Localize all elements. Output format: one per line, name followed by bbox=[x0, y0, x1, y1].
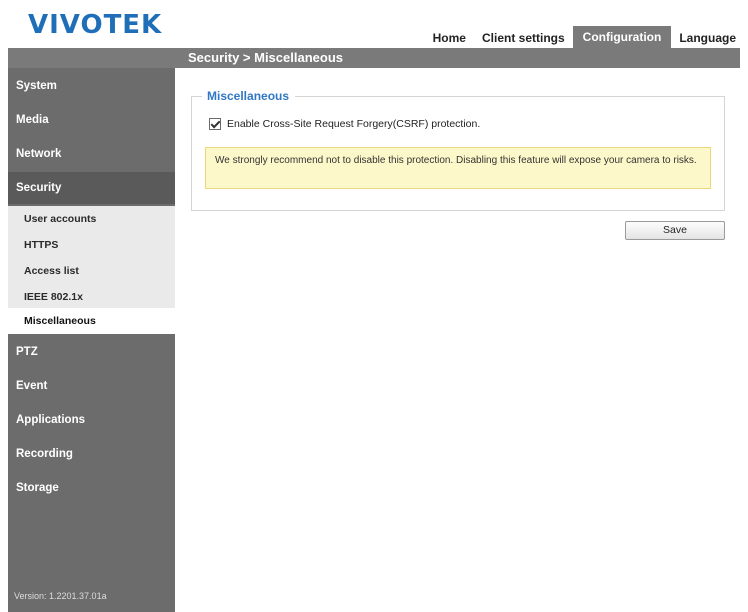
save-button[interactable]: Save bbox=[625, 221, 725, 240]
top-navigation: Home Client settings Configuration Langu… bbox=[425, 26, 744, 48]
section-title: Miscellaneous bbox=[202, 89, 296, 103]
nav-tab-home[interactable]: Home bbox=[425, 28, 474, 48]
camera-config-page: VIVOTEK Home Client settings Configurati… bbox=[0, 0, 748, 612]
nav-tab-client-settings[interactable]: Client settings bbox=[474, 28, 573, 48]
sidebar-item-network[interactable]: Network bbox=[8, 138, 175, 170]
sidebar-item-applications[interactable]: Applications bbox=[8, 404, 175, 436]
security-submenu: User accounts HTTPS Access list IEEE 802… bbox=[8, 206, 175, 334]
breadcrumb: Security > Miscellaneous bbox=[188, 50, 343, 65]
submenu-item-https[interactable]: HTTPS bbox=[8, 232, 175, 258]
vivotek-logo: VIVOTEK bbox=[28, 10, 163, 40]
warning-message: We strongly recommend not to disable thi… bbox=[205, 147, 711, 189]
submenu-item-access-list[interactable]: Access list bbox=[8, 258, 175, 284]
submenu-item-ieee-8021x[interactable]: IEEE 802.1x bbox=[8, 284, 175, 310]
sidebar-item-event[interactable]: Event bbox=[8, 370, 175, 402]
sidebar-item-ptz[interactable]: PTZ bbox=[8, 336, 175, 368]
csrf-protection-label[interactable]: Enable Cross-Site Request Forgery(CSRF) … bbox=[227, 118, 480, 130]
nav-tab-language[interactable]: Language bbox=[671, 28, 744, 48]
nav-tab-configuration[interactable]: Configuration bbox=[572, 26, 672, 48]
sidebar-item-recording[interactable]: Recording bbox=[8, 438, 175, 470]
title-bar: Security > Miscellaneous bbox=[8, 48, 740, 68]
sidebar: System Media Network Security User accou… bbox=[8, 68, 175, 612]
sidebar-item-media[interactable]: Media bbox=[8, 104, 175, 136]
csrf-protection-checkbox[interactable] bbox=[209, 118, 221, 130]
sidebar-item-storage[interactable]: Storage bbox=[8, 472, 175, 504]
miscellaneous-section: Miscellaneous Enable Cross-Site Request … bbox=[191, 89, 725, 211]
checkmark-icon bbox=[210, 118, 221, 129]
submenu-item-miscellaneous[interactable]: Miscellaneous bbox=[8, 308, 175, 334]
csrf-option-row: Enable Cross-Site Request Forgery(CSRF) … bbox=[209, 118, 480, 130]
submenu-item-user-accounts[interactable]: User accounts bbox=[8, 206, 175, 232]
sidebar-item-system[interactable]: System bbox=[8, 70, 175, 102]
firmware-version: Version: 1.2201.37.01a bbox=[14, 591, 107, 601]
sidebar-item-security[interactable]: Security bbox=[8, 172, 175, 204]
